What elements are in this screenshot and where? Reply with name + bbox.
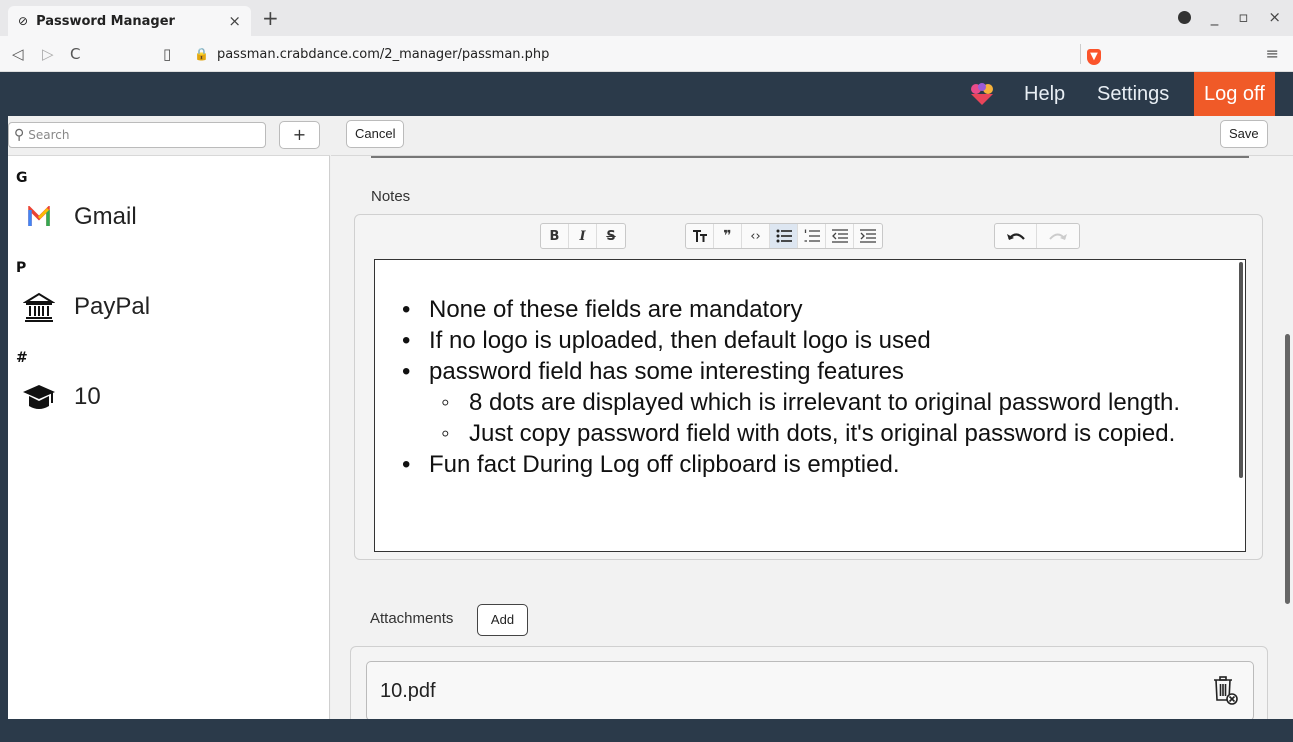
bookmark-icon[interactable]: ▯ [163,45,171,63]
list-item: Fun fact During Log off clipboard is emp… [375,449,1245,480]
graduation-cap-icon [22,380,56,414]
cancel-button[interactable]: Cancel [346,120,405,148]
tab-close-icon[interactable]: × [228,12,241,30]
left-edge [0,116,8,719]
extension-icon[interactable] [1177,10,1191,24]
app-bottom-bar [0,719,1293,742]
search-input[interactable]: ⚲ Search [8,122,266,148]
sidebar: ⚲ Search + G Gmail P PayPal # 10 [8,116,330,719]
main-header: Cancel Save [331,116,1293,156]
list-item: If no logo is uploaded, then default log… [375,325,1245,356]
list-item-paypal[interactable]: PayPal [22,290,150,324]
new-tab-button[interactable]: + [262,6,279,30]
heading-icon[interactable] [686,224,714,248]
brave-shield-icon[interactable]: ▼ [1080,44,1101,65]
save-button[interactable]: Save [1220,120,1268,148]
restore-icon[interactable]: ▫ [1238,8,1248,26]
attachment-item[interactable]: 10.pdf [366,661,1254,721]
url-text: passman.crabdance.com/2_manager/passman.… [216,46,550,62]
outdent-icon[interactable] [826,224,854,248]
bullet-list-icon[interactable] [770,224,798,248]
app-logo-icon [971,83,993,105]
page-scrollbar[interactable] [1285,334,1290,604]
list-item: None of these fields are mandatory [375,294,1245,325]
minimize-icon[interactable]: _ [1211,8,1219,26]
add-attachment-button[interactable]: Add [477,604,528,636]
list-item: Just copy password field with dots, it's… [375,418,1245,449]
strikethrough-button[interactable]: S [597,224,625,248]
divider [371,156,1249,158]
back-icon[interactable]: ◁ [12,45,24,63]
list-item-10[interactable]: 10 [22,380,101,414]
bold-button[interactable]: B [541,224,569,248]
code-icon[interactable]: ‹› [742,224,770,248]
main-panel: Cancel Save Notes B I S ❞ ‹› None of the… [331,116,1293,726]
lock-icon: 🔒 [194,47,209,61]
entry-label: 10 [74,383,101,410]
delete-attachment-icon[interactable] [1211,676,1239,706]
list-item: password field has some interesting feat… [375,356,1245,387]
entry-label: Gmail [74,203,137,230]
search-icon: ⚲ [14,127,25,143]
search-placeholder: Search [28,128,70,142]
block-toolbar-group: ❞ ‹› [685,223,883,249]
help-link[interactable]: Help [1024,72,1065,116]
browser-tab-bar: ⊘ Password Manager × + _ ▫ × [0,0,1293,36]
close-window-icon[interactable]: × [1268,8,1281,26]
group-letter-p: P [16,260,27,276]
browser-menu-icon[interactable]: ≡ [1266,44,1279,63]
sidebar-header: ⚲ Search + [8,116,330,156]
indent-icon[interactable] [854,224,882,248]
editor-scrollbar[interactable] [1239,262,1243,478]
logoff-button[interactable]: Log off [1194,72,1275,116]
bank-icon [22,290,56,324]
notes-list: None of these fields are mandatory If no… [375,260,1245,480]
reload-icon[interactable]: C [70,45,80,63]
group-letter-hash: # [16,350,28,366]
italic-button[interactable]: I [569,224,597,248]
format-toolbar-group: B I S [540,223,626,249]
numbered-list-icon[interactable] [798,224,826,248]
settings-link[interactable]: Settings [1097,72,1169,116]
forward-icon[interactable]: ▷ [42,45,54,63]
list-item-gmail[interactable]: Gmail [22,200,137,234]
attachment-name: 10.pdf [380,680,436,702]
quote-icon[interactable]: ❞ [714,224,742,248]
tab-favicon-icon: ⊘ [18,14,29,28]
window-controls: _ ▫ × [1177,8,1281,26]
browser-tab[interactable]: ⊘ Password Manager × [8,6,251,36]
list-item: 8 dots are displayed which is irrelevant… [375,387,1245,418]
browser-url-bar: ◁ ▷ C ▯ 🔒 passman.crabdance.com/2_manage… [0,36,1293,72]
attachments-label: Attachments [370,610,454,627]
group-letter-g: G [16,170,28,186]
add-entry-button[interactable]: + [279,121,320,149]
redo-icon[interactable] [1037,224,1079,248]
notes-label: Notes [371,188,411,205]
gmail-icon [22,200,56,234]
history-toolbar-group [994,223,1080,249]
notes-editor-panel: B I S ❞ ‹› None of these fields are mand… [354,214,1263,560]
tab-title: Password Manager [36,13,175,29]
entry-label: PayPal [74,293,151,320]
address-field[interactable]: 🔒 passman.crabdance.com/2_manager/passma… [194,41,1121,67]
attachments-panel: 10.pdf [350,646,1268,726]
notes-editor[interactable]: None of these fields are mandatory If no… [374,259,1246,552]
undo-icon[interactable] [995,224,1037,248]
app-top-bar: Help Settings Log off [0,72,1293,116]
